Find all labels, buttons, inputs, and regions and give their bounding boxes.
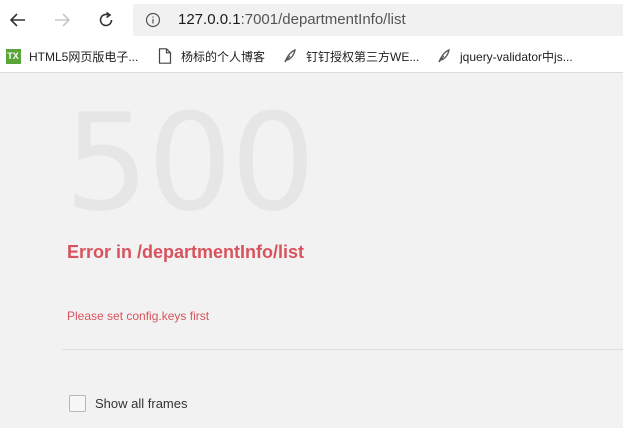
show-all-frames-label: Show all frames (95, 396, 188, 411)
feather-icon (282, 48, 298, 64)
url-host: 127.0.0.1 (178, 11, 241, 28)
forward-arrow-icon (55, 13, 71, 27)
bookmark-label: jquery-validator中js... (460, 49, 573, 64)
bookmark-html5-ebook[interactable]: TX HTML5网页版电子... (5, 47, 138, 65)
reload-icon (99, 11, 113, 27)
divider (62, 349, 623, 350)
show-all-frames-checkbox[interactable] (69, 395, 86, 412)
reload-button[interactable] (92, 6, 120, 34)
address-bar[interactable]: 127.0.0.1:7001/departmentInfo/list (133, 4, 623, 36)
bookmark-dingtalk-auth[interactable]: 钉钉授权第三方WE... (282, 47, 419, 65)
address-url[interactable]: 127.0.0.1:7001/departmentInfo/list (178, 11, 406, 28)
page-icon (157, 48, 173, 64)
show-all-frames-toggle[interactable]: Show all frames (69, 395, 187, 412)
feather-icon (436, 48, 452, 64)
error-message: Please set config.keys first (67, 309, 210, 323)
bookmark-jquery-validator[interactable]: jquery-validator中js... (436, 47, 573, 65)
bookmark-label: 杨标的个人博客 (181, 49, 266, 64)
bookmark-personal-blog[interactable]: 杨标的个人博客 (157, 47, 265, 65)
forward-button[interactable] (48, 6, 76, 34)
back-button[interactable] (4, 6, 32, 34)
bookmark-label: HTML5网页版电子... (29, 49, 139, 64)
browser-toolbar: 127.0.0.1:7001/departmentInfo/list (0, 0, 623, 40)
back-arrow-icon (9, 13, 25, 27)
url-path: :7001/departmentInfo/list (240, 11, 406, 28)
bookmarks-bar: TX HTML5网页版电子... 杨标的个人博客 钉钉授权第三方WE... jq (0, 40, 623, 73)
info-icon[interactable] (145, 12, 161, 28)
error-title: Error in /departmentInfo/list (67, 242, 305, 262)
tx-favicon-icon: TX (5, 48, 21, 64)
status-code: 500 (64, 85, 316, 241)
bookmark-label: 钉钉授权第三方WE... (306, 49, 420, 64)
